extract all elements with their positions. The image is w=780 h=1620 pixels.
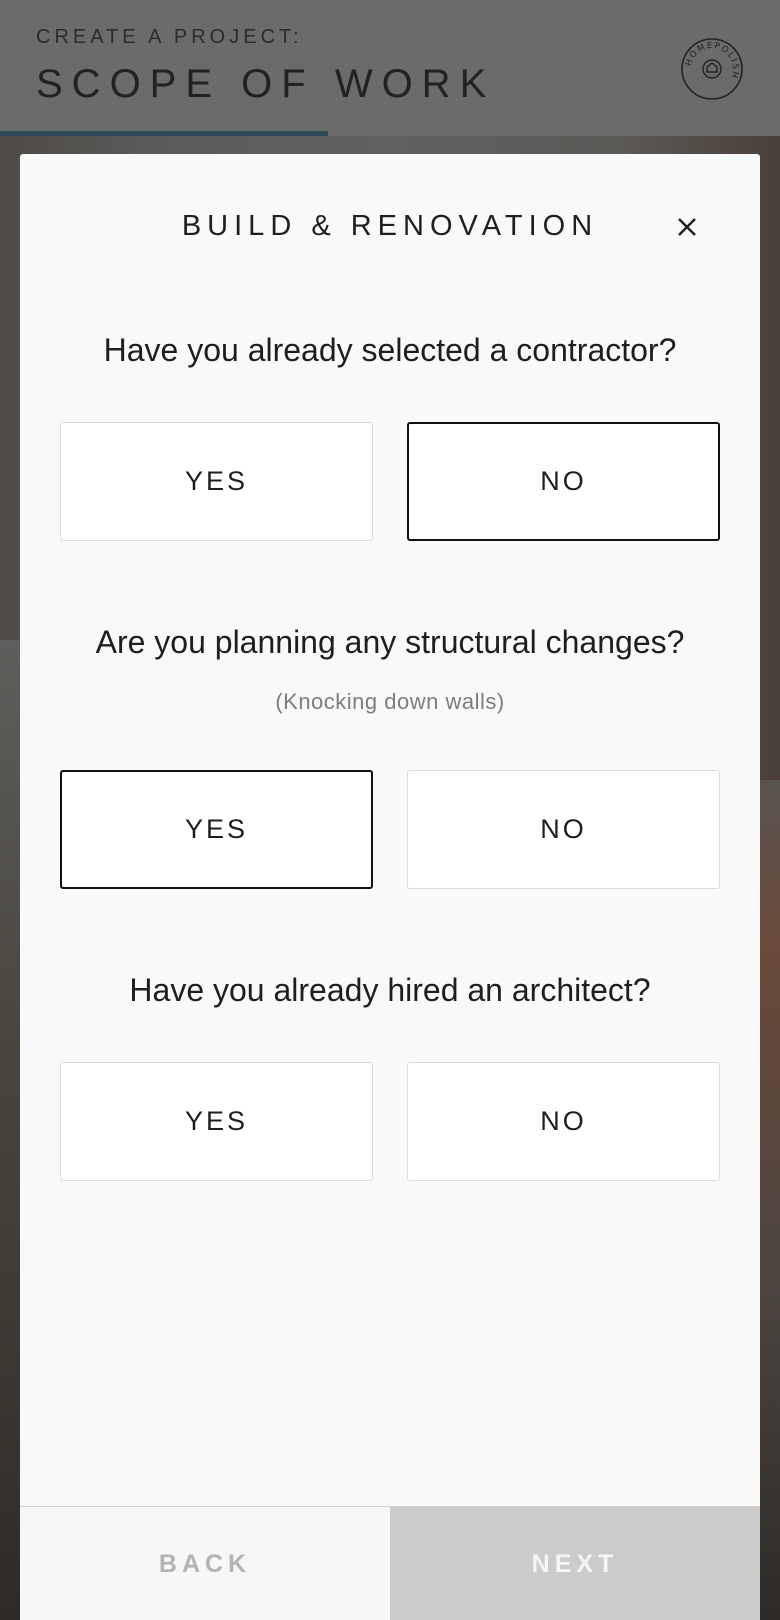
question-architect: Have you already hired an architect? — [129, 972, 651, 1008]
build-renovation-modal: BUILD & RENOVATION Have you already sele… — [20, 154, 760, 1620]
structural-no-button[interactable]: NO — [407, 770, 720, 889]
background-photo-left — [0, 640, 22, 1620]
modal-title: BUILD & RENOVATION — [181, 210, 599, 242]
modal-footer: BACK NEXT — [20, 1506, 760, 1620]
architect-yes-button[interactable]: YES — [60, 1062, 373, 1181]
contractor-yes-button[interactable]: YES — [60, 422, 373, 541]
page-title: SCOPE OF WORK — [36, 62, 496, 106]
close-icon[interactable] — [672, 212, 702, 242]
question-structural-changes: Are you planning any structural changes? — [95, 624, 685, 660]
page-header: CREATE A PROJECT: SCOPE OF WORK HOMEPOLI… — [0, 0, 780, 136]
structural-yes-button[interactable]: YES — [60, 770, 373, 889]
question-contractor: Have you already selected a contractor? — [103, 332, 677, 368]
contractor-no-button[interactable]: NO — [407, 422, 720, 541]
progress-bar-fill — [0, 131, 328, 136]
homepolish-logo-icon[interactable]: HOMEPOLISH — [680, 37, 744, 101]
back-button[interactable]: BACK — [20, 1507, 390, 1620]
progress-bar — [0, 131, 780, 136]
architect-no-button[interactable]: NO — [407, 1062, 720, 1181]
header-kicker: CREATE A PROJECT: — [36, 26, 303, 48]
question-hint: (Knocking down walls) — [275, 689, 505, 714]
next-button[interactable]: NEXT — [390, 1507, 760, 1620]
